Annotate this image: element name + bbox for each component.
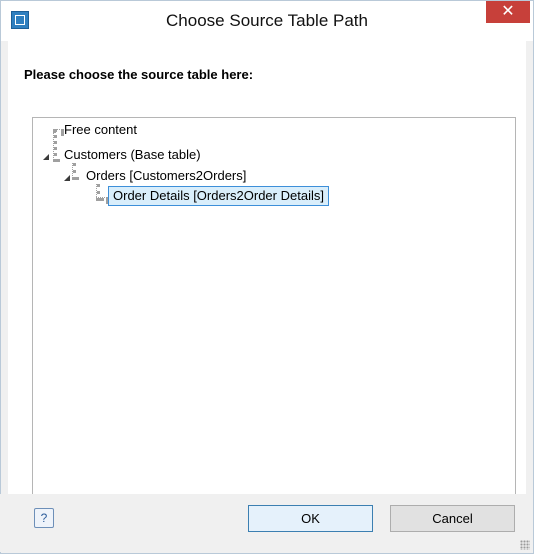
- tree-item-order-details[interactable]: Order Details [Orders2Order Details]: [108, 186, 329, 206]
- ok-button[interactable]: OK: [248, 505, 373, 532]
- prompt-label: Please choose the source table here:: [24, 67, 254, 82]
- tree-connector: [53, 129, 57, 162]
- title-bar[interactable]: Choose Source Table Path ✕: [1, 1, 533, 41]
- close-button[interactable]: ✕: [486, 1, 530, 23]
- help-button[interactable]: ?: [34, 508, 54, 528]
- tree-item-customers[interactable]: Customers (Base table): [64, 147, 201, 162]
- expanded-triangle-icon[interactable]: [64, 175, 70, 181]
- expanded-triangle-icon[interactable]: [43, 154, 49, 160]
- window-title: Choose Source Table Path: [166, 11, 368, 30]
- tree-item-free-content[interactable]: Free content: [64, 122, 137, 137]
- tree-item-orders[interactable]: Orders [Customers2Orders]: [86, 168, 246, 183]
- cancel-button[interactable]: Cancel: [390, 505, 515, 532]
- tree-connector: [72, 163, 76, 180]
- resize-grip-icon[interactable]: [520, 540, 530, 550]
